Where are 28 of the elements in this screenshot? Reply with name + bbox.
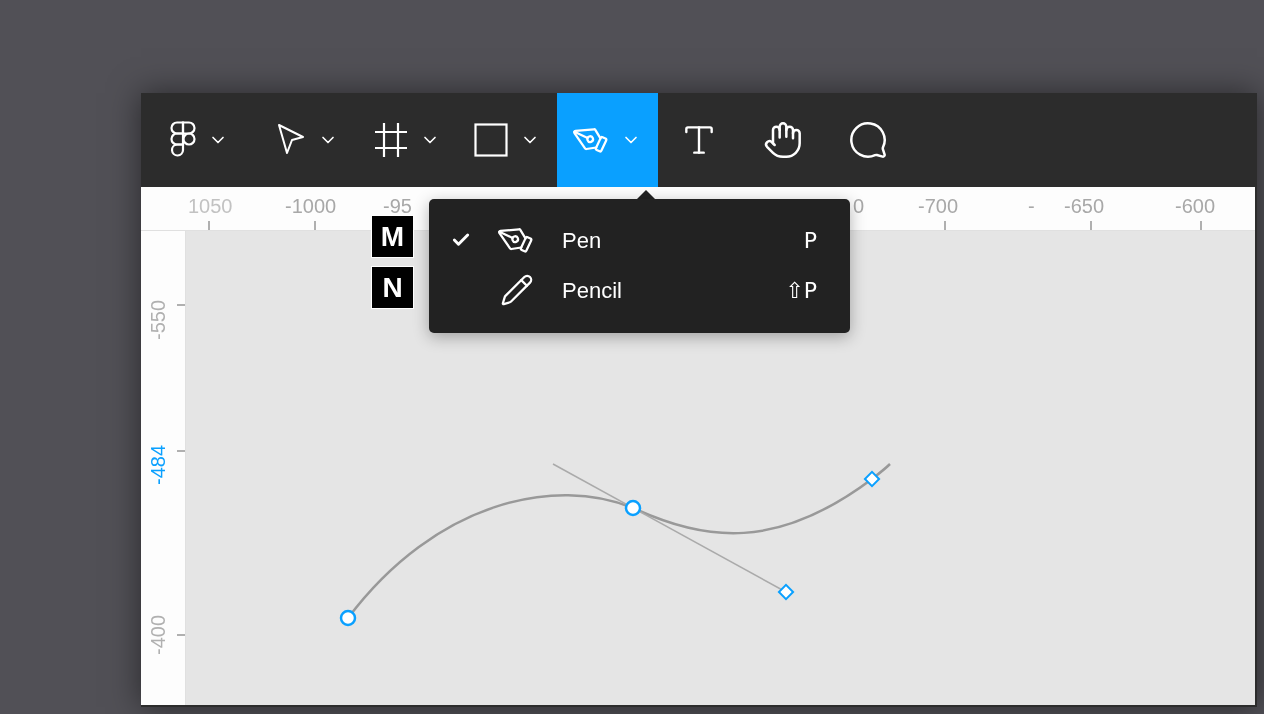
pencil-icon [500, 273, 534, 307]
pointer-icon [276, 123, 306, 157]
ruler-label: -550 [146, 299, 170, 342]
menu-item[interactable]: Pen P [429, 215, 850, 265]
ruler-label: -400 [146, 614, 170, 657]
ruler-label: - [1028, 194, 1035, 219]
rectangle-icon [474, 123, 508, 157]
menu-item-label: Pencil [562, 276, 623, 305]
ruler-label: -1000 [285, 194, 337, 219]
menu-item[interactable]: Pencil ⇧P [429, 265, 850, 315]
key-hint: N [371, 266, 414, 309]
figma-logo-icon [170, 121, 196, 159]
frame-icon [374, 122, 408, 158]
shortcut: P [803, 226, 817, 255]
ruler-label: -600 [1175, 194, 1216, 219]
anchor-point[interactable] [624, 499, 642, 517]
handle-point[interactable] [863, 470, 881, 488]
key-hint: M [371, 215, 414, 258]
menu-item-label: Pen [562, 226, 603, 255]
ruler-label: -650 [1064, 194, 1105, 219]
ruler-label: -700 [918, 194, 959, 219]
comment-icon [848, 120, 888, 160]
ruler-label: 1050 [188, 194, 233, 219]
hand-icon [763, 120, 803, 160]
ruler-label: 0 [853, 194, 865, 219]
anchor-point[interactable] [339, 609, 357, 627]
shortcut: ⇧P [785, 276, 817, 305]
ruler-label: -484 [146, 444, 170, 487]
